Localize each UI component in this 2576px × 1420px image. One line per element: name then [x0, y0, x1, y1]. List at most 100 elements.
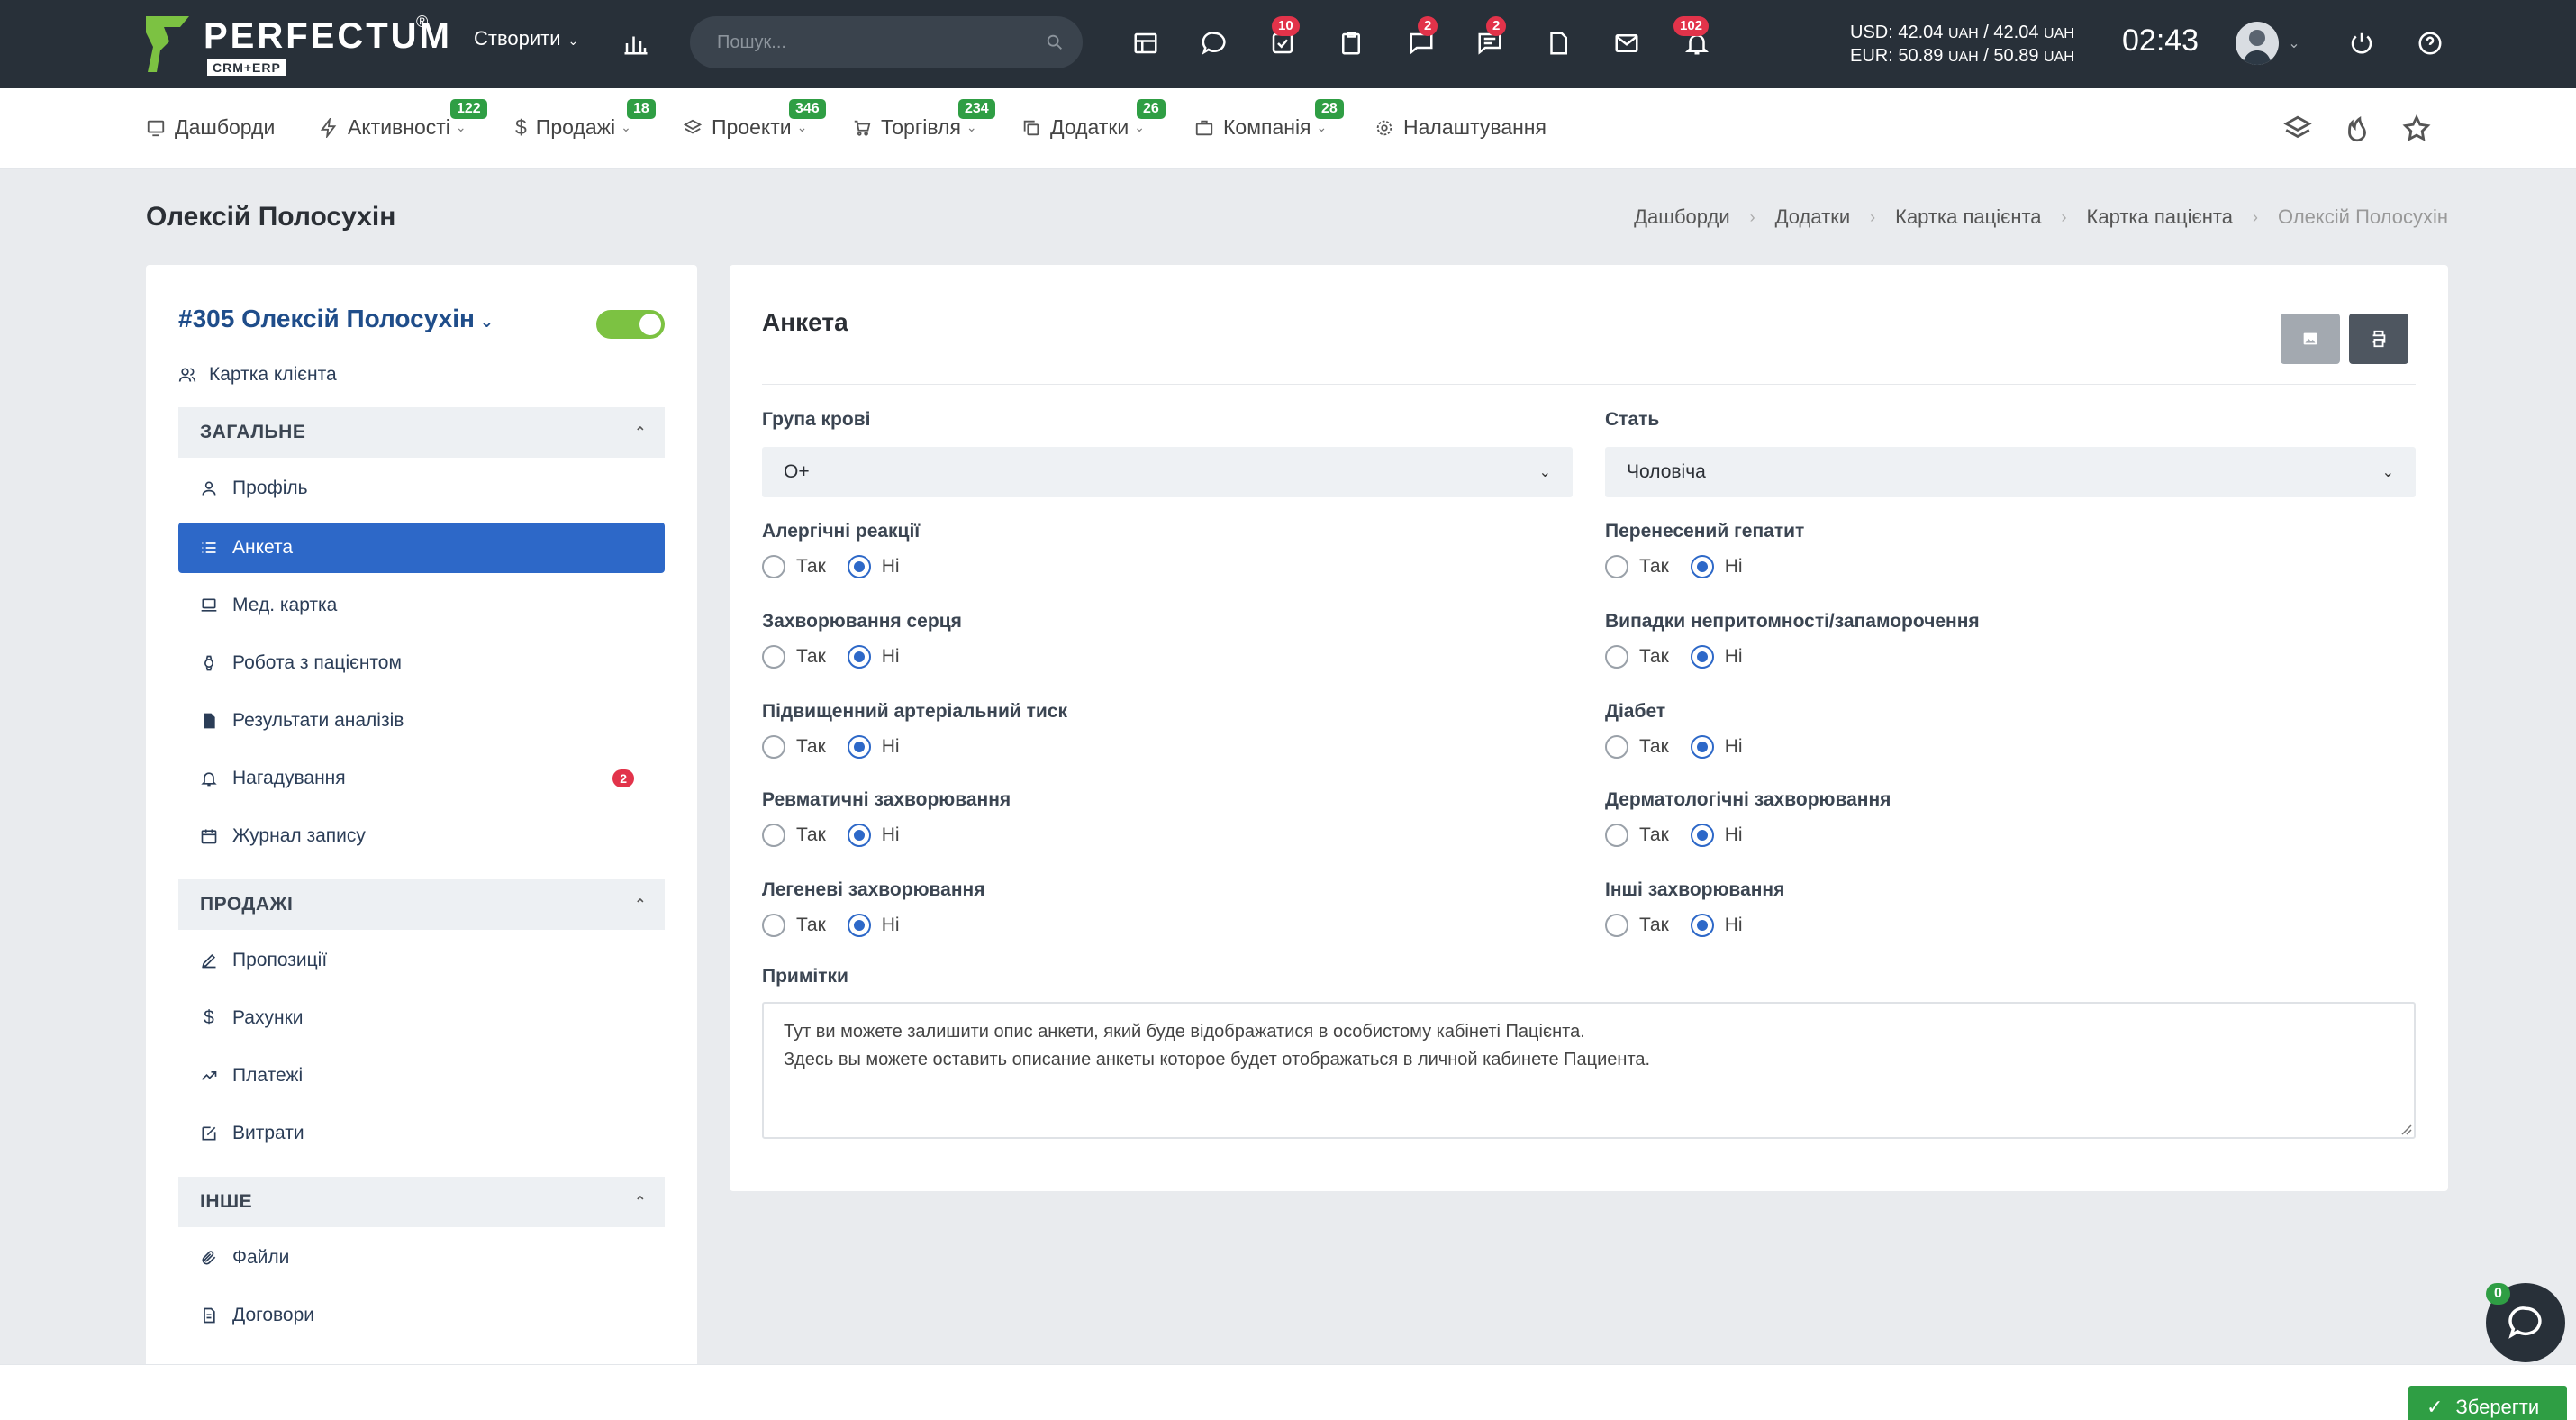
user-menu-button[interactable]: ⌄ [2282, 23, 2306, 63]
stats-button[interactable] [616, 23, 656, 63]
radio-no[interactable] [847, 735, 871, 759]
breadcrumb-item[interactable]: Картка пацієнта [1895, 205, 2041, 229]
radio-no[interactable] [1690, 914, 1714, 937]
menu-trade[interactable]: Торгівля ⌄ [852, 115, 977, 140]
search-input[interactable] [717, 29, 1023, 56]
menu-projects[interactable]: Проекти ⌄ [683, 115, 807, 140]
avatar[interactable] [2236, 22, 2279, 65]
sex-select[interactable]: Чоловіча ⌄ [1605, 447, 2416, 497]
radio-yes[interactable] [762, 824, 785, 847]
fire-icon[interactable] [2342, 114, 2372, 144]
blood-group-select[interactable]: O+ ⌄ [762, 447, 1573, 497]
client-name-dropdown[interactable]: #305 Олексій Полосухін ⌄ [178, 305, 494, 333]
sidebar-item-medical-card[interactable]: Мед. картка [178, 580, 665, 631]
radio-yes[interactable] [762, 645, 785, 669]
other-disease-radio-group: Так Ні [1605, 914, 1743, 937]
radio-yes-label: Так [796, 736, 826, 757]
chevron-down-icon: ⌄ [621, 120, 631, 134]
sidebar-item-patient-work[interactable]: Робота з пацієнтом [178, 638, 665, 688]
section-sales[interactable]: ПРОДАЖІ ⌃ [178, 879, 665, 930]
comments-button[interactable] [1194, 23, 1234, 63]
radio-no[interactable] [847, 914, 871, 937]
sidebar-item-profile[interactable]: Профіль [178, 463, 665, 514]
print-button[interactable] [2349, 314, 2408, 364]
resize-handle-icon[interactable] [2399, 1123, 2412, 1135]
menu-addons[interactable]: Додатки ⌄ [1021, 115, 1145, 140]
breadcrumb-item[interactable]: Картка пацієнта [2087, 205, 2233, 229]
radio-no[interactable] [1690, 645, 1714, 669]
image-button[interactable] [2281, 314, 2340, 364]
question-label: Легеневі захворювання [762, 879, 985, 900]
radio-no[interactable] [1690, 555, 1714, 578]
radio-yes[interactable] [1605, 824, 1628, 847]
sidebar-item-expenses[interactable]: Витрати [178, 1108, 665, 1159]
documents-button[interactable] [1538, 23, 1578, 63]
hepatitis-radio-group: Так Ні [1605, 555, 1743, 578]
chevron-up-icon: ⌃ [634, 425, 647, 441]
user-avatar-icon [2243, 30, 2272, 65]
question-label: Ревматичні захворювання [762, 789, 1011, 810]
menu-sales[interactable]: $ Продажі ⌄ [515, 115, 631, 140]
questionnaire-panel: Анкета Група крові O+ ⌄ Стать Чоловіча ⌄ А… [730, 265, 2448, 1191]
radio-yes[interactable] [762, 914, 785, 937]
divider [762, 384, 2416, 385]
search-box [690, 16, 1083, 68]
sidebar-item-reminders[interactable]: Нагадування 2 [178, 753, 665, 804]
client-active-toggle[interactable] [596, 310, 665, 339]
logo[interactable]: PERFECTUM ® CRM+ERP [144, 13, 449, 76]
notes-label: Примітки [762, 966, 848, 987]
briefcase-icon [1195, 120, 1213, 135]
section-other[interactable]: ІНШЕ ⌃ [178, 1177, 665, 1227]
help-button[interactable] [2410, 23, 2450, 63]
calendar-button[interactable] [1126, 23, 1166, 63]
notes-textarea[interactable]: Тут ви можете залишити опис анкети, який… [762, 1002, 2416, 1139]
sidebar-item-invoices[interactable]: $ Рахунки [178, 993, 665, 1043]
radio-no[interactable] [847, 555, 871, 578]
laptop-icon [201, 598, 217, 612]
star-icon[interactable] [2401, 114, 2432, 144]
section-general[interactable]: ЗАГАЛЬНЕ ⌃ [178, 407, 665, 458]
radio-no[interactable] [1690, 824, 1714, 847]
chevron-up-icon: ⌃ [634, 1195, 647, 1210]
clipboard-button[interactable] [1331, 23, 1371, 63]
check-icon: ✓ [2426, 1396, 2444, 1418]
radio-yes-label: Так [796, 824, 826, 845]
radio-yes[interactable] [1605, 735, 1628, 759]
gear-icon [1376, 120, 1392, 135]
radio-yes[interactable] [1605, 914, 1628, 937]
dermatology-radio-group: Так Ні [1605, 824, 1743, 847]
mail-button[interactable] [1607, 23, 1646, 63]
menu-company[interactable]: Компанія ⌄ [1194, 115, 1327, 140]
radio-no[interactable] [847, 645, 871, 669]
sidebar-item-appointment-log[interactable]: Журнал запису [178, 811, 665, 861]
logout-button[interactable] [2342, 23, 2381, 63]
menu-dashboards[interactable]: Дашборди [146, 115, 275, 140]
sidebar-item-proposals[interactable]: Пропозиції [178, 935, 665, 986]
radio-no[interactable] [847, 824, 871, 847]
sidebar-item-contracts[interactable]: Договори [178, 1290, 665, 1341]
sidebar-item-questionnaire[interactable]: Анкета [178, 523, 665, 573]
radio-yes[interactable] [1605, 645, 1628, 669]
radio-no-label: Ні [1724, 915, 1743, 935]
sidebar-item-lab-results[interactable]: Результати аналізів [178, 696, 665, 746]
radio-yes[interactable] [762, 735, 785, 759]
eur-rate: EUR: 50.89 UAH / 50.89 UAH [1850, 46, 2074, 66]
bell-icon [201, 772, 217, 787]
radio-no[interactable] [1690, 735, 1714, 759]
menu-settings[interactable]: Налаштування [1374, 115, 1547, 140]
menu-activities[interactable]: Активності ⌄ [319, 115, 467, 140]
create-dropdown[interactable]: Створити ⌄ [474, 27, 578, 50]
breadcrumb-item[interactable]: Додатки [1775, 205, 1850, 229]
radio-no-label: Ні [1724, 824, 1743, 845]
client-card-link[interactable]: Картка клієнта [178, 364, 337, 386]
save-button[interactable]: ✓ Зберегти [2408, 1386, 2567, 1420]
sidebar-item-files[interactable]: Файли [178, 1233, 665, 1283]
radio-yes-label: Так [1639, 736, 1669, 757]
search-icon[interactable] [1045, 32, 1065, 52]
layers-icon[interactable] [2282, 114, 2313, 144]
radio-yes[interactable] [1605, 555, 1628, 578]
file-icon [204, 713, 215, 729]
sidebar-item-payments[interactable]: Платежі [178, 1051, 665, 1101]
radio-yes[interactable] [762, 555, 785, 578]
breadcrumb-item[interactable]: Дашборди [1634, 205, 1729, 229]
